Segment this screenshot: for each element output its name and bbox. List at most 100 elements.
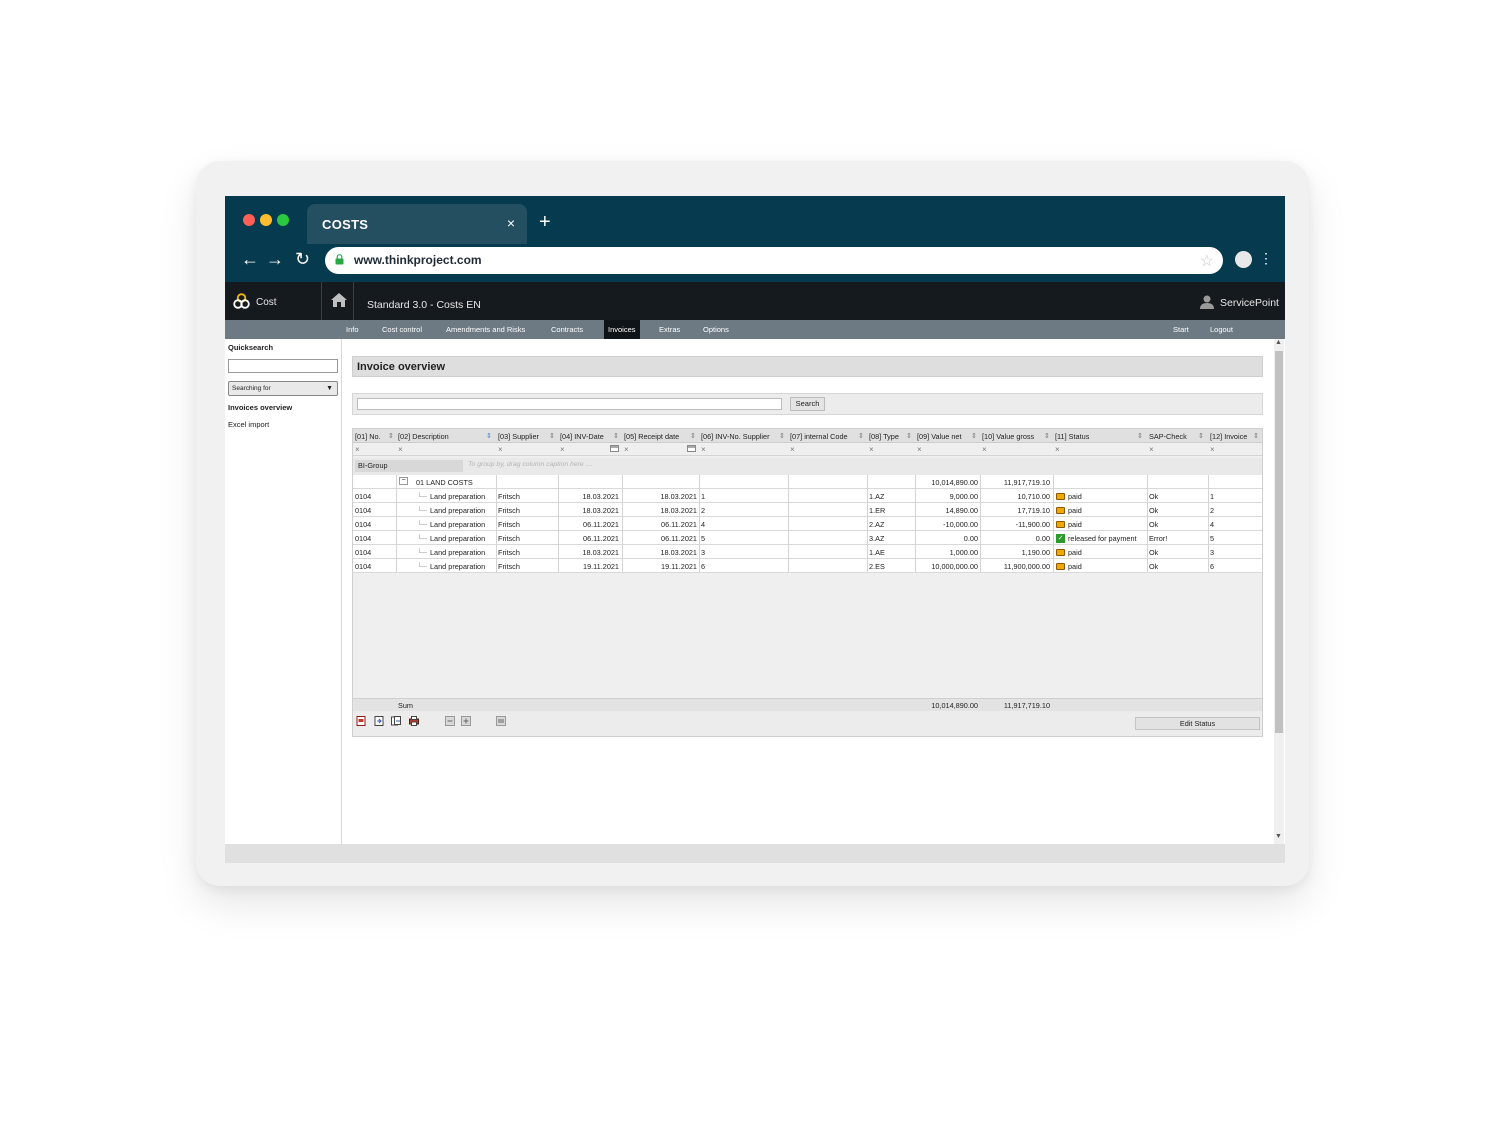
column-header[interactable]: [01] No. (355, 432, 381, 441)
scroll-down-icon[interactable]: ▼ (1275, 833, 1282, 840)
column-header[interactable]: [05] Receipt date (624, 432, 679, 441)
menu-item-start[interactable]: Start (1169, 320, 1193, 339)
new-tab-icon[interactable]: + (539, 212, 551, 232)
group-chip[interactable]: BI-Group (355, 460, 463, 472)
browser-menu-icon[interactable]: ⋮ (1259, 251, 1273, 265)
quicksearch-input[interactable] (228, 359, 338, 373)
sidebar-item-excel-import[interactable]: Excel import (228, 420, 269, 429)
column-header[interactable]: [04] INV-Date (560, 432, 604, 441)
column-header[interactable]: [06] INV-No. Supplier (701, 432, 770, 441)
sort-icon[interactable]: ⇕ (779, 432, 785, 440)
back-icon[interactable]: ← (241, 250, 259, 268)
group-header-row[interactable]: − 01 LAND COSTS 10,014,890.00 11,917,719… (353, 475, 1262, 489)
user-icon[interactable] (1200, 295, 1214, 309)
sort-icon[interactable]: ⇕ (1044, 432, 1050, 440)
profile-avatar[interactable] (1235, 251, 1252, 268)
calendar-icon[interactable] (687, 445, 696, 452)
filter-clear-icon[interactable]: × (560, 445, 565, 454)
table-row[interactable]: 0104 └─ Land preparation Fritsch 18.03.2… (353, 545, 1262, 559)
column-header[interactable]: [11] Status (1055, 432, 1089, 441)
table-row[interactable]: 0104 └─ Land preparation Fritsch 18.03.2… (353, 489, 1262, 503)
sort-icon[interactable]: ⇕ (613, 432, 619, 440)
cell-description: Land preparation (430, 520, 486, 529)
filter-clear-icon[interactable]: × (624, 445, 629, 454)
column-header[interactable]: [08] Type (869, 432, 899, 441)
bookmark-star-icon[interactable]: ☆ (1200, 251, 1214, 271)
edit-status-button[interactable]: Edit Status (1135, 717, 1260, 730)
search-input[interactable] (357, 398, 782, 410)
search-type-select[interactable]: Searching for ▼ (228, 381, 338, 396)
close-window-dot[interactable] (243, 214, 255, 226)
filter-clear-icon[interactable]: × (917, 445, 922, 454)
filter-clear-icon[interactable]: × (869, 445, 874, 454)
sort-icon[interactable]: ⇕ (549, 432, 555, 440)
sort-icon[interactable]: ⇕ (486, 432, 492, 440)
pdf-export-icon[interactable] (356, 716, 366, 726)
filter-clear-icon[interactable]: × (790, 445, 795, 454)
sidebar-item-invoices-overview[interactable]: Invoices overview (228, 403, 292, 412)
menu-item-contracts[interactable]: Contracts (547, 320, 587, 339)
column-header[interactable]: [10] Value gross (982, 432, 1034, 441)
column-header[interactable]: SAP-Check (1149, 432, 1187, 441)
sort-icon[interactable]: ⇕ (1253, 432, 1259, 440)
table-row[interactable]: 0104 └─ Land preparation Fritsch 19.11.2… (353, 559, 1262, 573)
home-icon[interactable] (331, 293, 347, 307)
scrollbar-thumb[interactable] (1275, 351, 1283, 733)
group-by-area[interactable]: BI-Group To group by, drag column captio… (353, 458, 1262, 475)
sort-icon[interactable]: ⇕ (1137, 432, 1143, 440)
cell-description: Land preparation (430, 492, 486, 501)
sort-icon[interactable]: ⇕ (690, 432, 696, 440)
menu-item-cost-control[interactable]: Cost control (378, 320, 426, 339)
filter-clear-icon[interactable]: × (1210, 445, 1215, 454)
column-header[interactable]: [03] Supplier (498, 432, 539, 441)
project-title: Standard 3.0 - Costs EN (367, 299, 481, 311)
cell-inv-no: 5 (701, 534, 706, 543)
minimize-window-dot[interactable] (260, 214, 272, 226)
export-icon[interactable] (374, 716, 384, 726)
table-row[interactable]: 0104 └─ Land preparation Fritsch 06.11.2… (353, 531, 1262, 545)
menu-item-logout[interactable]: Logout (1206, 320, 1237, 339)
column-header[interactable]: [12] Invoice (1210, 432, 1252, 441)
column-divider (980, 475, 981, 572)
expand-all-icon[interactable] (461, 716, 471, 726)
address-bar[interactable]: www.thinkproject.com ☆ (325, 247, 1223, 274)
app-name[interactable]: Cost (256, 297, 277, 308)
column-header[interactable]: [09] Value net (917, 432, 962, 441)
export-all-icon[interactable] (391, 716, 401, 726)
forward-icon[interactable]: → (266, 250, 284, 268)
column-header[interactable]: [02] Description (398, 432, 449, 441)
sort-icon[interactable]: ⇕ (906, 432, 912, 440)
collapse-all-icon[interactable] (445, 716, 455, 726)
filter-clear-icon[interactable]: × (701, 445, 706, 454)
column-header[interactable]: [07] internal Code (790, 432, 848, 441)
browser-tab[interactable]: COSTS × (307, 204, 527, 244)
collapse-group-icon[interactable]: − (399, 477, 408, 485)
menu-item-invoices[interactable]: Invoices (604, 320, 640, 339)
menu-item-info[interactable]: Info (342, 320, 363, 339)
maximize-window-dot[interactable] (277, 214, 289, 226)
sort-icon[interactable]: ⇕ (388, 432, 394, 440)
calendar-icon[interactable] (610, 445, 619, 452)
menu-item-amendments-and-risks[interactable]: Amendments and Risks (442, 320, 529, 339)
filter-clear-icon[interactable]: × (1149, 445, 1154, 454)
table-row[interactable]: 0104 └─ Land preparation Fritsch 06.11.2… (353, 517, 1262, 531)
menu-item-extras[interactable]: Extras (655, 320, 684, 339)
filter-clear-icon[interactable]: × (1055, 445, 1060, 454)
search-button[interactable]: Search (790, 397, 825, 411)
filter-clear-icon[interactable]: × (498, 445, 503, 454)
table-row[interactable]: 0104 └─ Land preparation Fritsch 18.03.2… (353, 503, 1262, 517)
filter-clear-icon[interactable]: × (398, 445, 403, 454)
sort-icon[interactable]: ⇕ (858, 432, 864, 440)
menu-item-options[interactable]: Options (699, 320, 733, 339)
sort-icon[interactable]: ⇕ (1198, 432, 1204, 440)
scroll-up-icon[interactable]: ▲ (1275, 339, 1282, 346)
user-name[interactable]: ServicePoint (1220, 297, 1279, 309)
column-settings-icon[interactable] (496, 716, 506, 726)
reload-icon[interactable]: ↻ (295, 250, 310, 268)
sort-icon[interactable]: ⇕ (971, 432, 977, 440)
tab-close-icon[interactable]: × (507, 215, 515, 231)
filter-clear-icon[interactable]: × (982, 445, 987, 454)
vertical-scrollbar[interactable]: ▲ ▼ (1274, 339, 1284, 844)
filter-clear-icon[interactable]: × (355, 445, 360, 454)
print-icon[interactable] (409, 716, 419, 726)
